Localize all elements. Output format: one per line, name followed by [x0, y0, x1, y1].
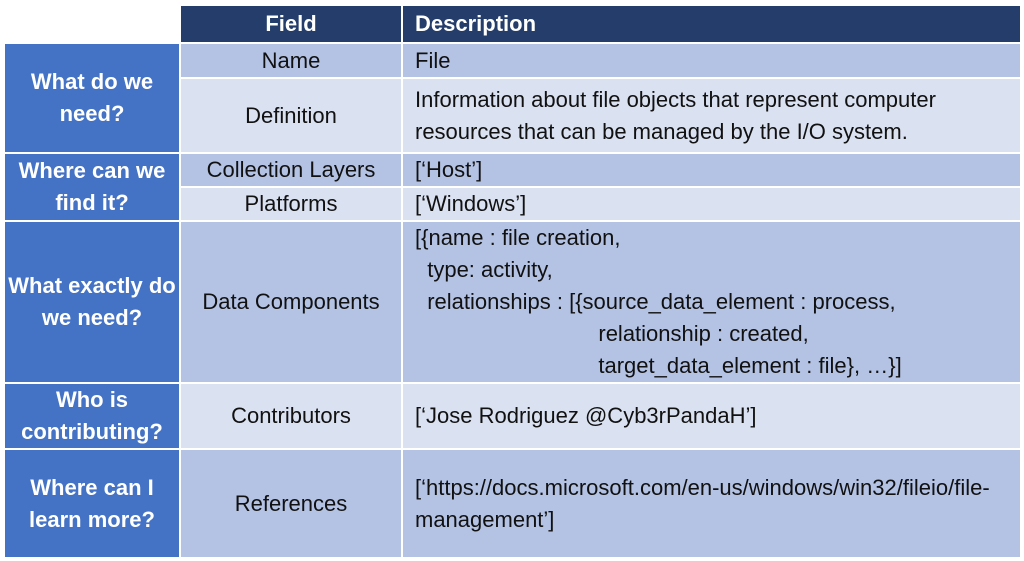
value-data-components: [{name : file creation, type: activity, …: [401, 220, 1022, 384]
field-references: References: [179, 448, 403, 559]
table-row: Where can we find it? Collection Layers …: [3, 152, 1022, 222]
value-collection-layers: [‘Host’]: [401, 152, 1022, 188]
field-header: Field: [179, 4, 403, 44]
question-who-contributing: Who is contributing?: [3, 382, 181, 450]
question-where-can-we-find-it: Where can we find it?: [3, 152, 181, 222]
field-name: Name: [179, 42, 403, 79]
data-components-line: relationships : [{source_data_element : …: [415, 289, 896, 314]
field-data-components: Data Components: [179, 220, 403, 384]
value-name: File: [401, 42, 1022, 79]
header-row: Field Description: [4, 4, 1022, 44]
question-what-do-we-need: What do we need?: [3, 42, 181, 154]
question-where-learn-more: Where can I learn more?: [3, 448, 181, 559]
value-definition: Information about file objects that repr…: [401, 77, 1022, 154]
table-row: Where can I learn more? References [‘htt…: [3, 448, 1022, 559]
value-contributors: [‘Jose Rodriguez @Cyb3rPandaH’]: [401, 382, 1022, 450]
data-components-line: [{name : file creation,: [415, 225, 621, 250]
data-components-line: type: activity,: [415, 257, 553, 282]
table-row: What do we need? Name File: [3, 42, 1022, 154]
value-references: [‘https://docs.microsoft.com/en-us/windo…: [401, 448, 1022, 559]
data-components-line: relationship : created,: [415, 321, 809, 346]
data-components-line: target_data_element : file}, …}]: [415, 353, 902, 378]
description-header: Description: [401, 4, 1022, 44]
data-source-table: Field Description What do we need? Name …: [3, 4, 1022, 559]
header-blank-cell: [4, 5, 180, 43]
table-row: Who is contributing? Contributors [‘Jose…: [3, 382, 1022, 450]
value-platforms: [‘Windows’]: [401, 186, 1022, 222]
field-contributors: Contributors: [179, 382, 403, 450]
field-collection-layers: Collection Layers: [179, 152, 403, 188]
field-platforms: Platforms: [179, 186, 403, 222]
table-row: What exactly do we need? Data Components…: [3, 220, 1022, 384]
field-definition: Definition: [179, 77, 403, 154]
question-what-exactly: What exactly do we need?: [3, 220, 181, 384]
